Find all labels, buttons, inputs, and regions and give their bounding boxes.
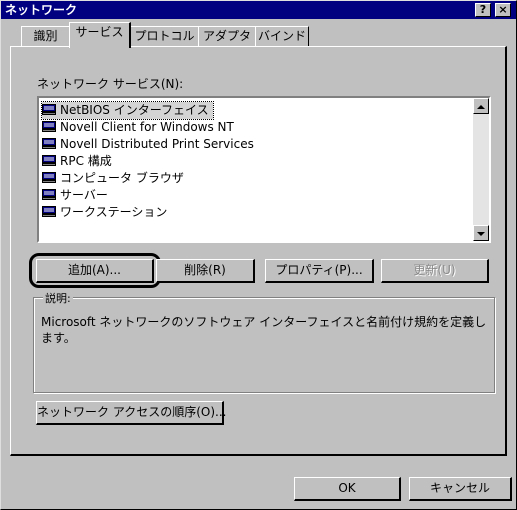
list-item-label: サーバー bbox=[60, 188, 108, 202]
list-item-label: Novell Client for Windows NT bbox=[60, 120, 234, 134]
network-service-icon bbox=[42, 120, 56, 132]
close-button[interactable]: × bbox=[495, 3, 511, 17]
list-scrollbar[interactable] bbox=[473, 98, 489, 241]
list-item[interactable]: ワークステーション bbox=[42, 204, 171, 221]
add-button[interactable]: 追加(A)... bbox=[36, 259, 154, 283]
network-service-icon bbox=[42, 137, 56, 149]
description-text: Microsoft ネットワークのソフトウェア インターフェイスと名前付け規約を… bbox=[41, 315, 487, 345]
list-item-label: NetBIOS インターフェイス bbox=[60, 103, 209, 117]
ok-button[interactable]: OK bbox=[294, 477, 401, 501]
remove-button[interactable]: 削除(R) bbox=[156, 259, 255, 283]
list-item[interactable]: Novell Client for Windows NT bbox=[42, 119, 238, 136]
tab-bindings[interactable]: バインド bbox=[255, 26, 309, 46]
network-service-icon bbox=[42, 103, 56, 115]
services-list-label: ネットワーク サービス(N): bbox=[37, 77, 184, 91]
help-button[interactable]: ? bbox=[475, 3, 491, 17]
services-listbox[interactable]: NetBIOS インターフェイス Novell Client for Windo… bbox=[37, 96, 491, 243]
list-item-label: ワークステーション bbox=[60, 205, 168, 219]
arrow-down-icon bbox=[477, 232, 485, 236]
list-item[interactable]: コンピュータ ブラウザ bbox=[42, 170, 188, 187]
network-service-icon bbox=[42, 188, 56, 200]
scroll-up-button[interactable] bbox=[473, 98, 489, 114]
list-item[interactable]: NetBIOS インターフェイス bbox=[41, 101, 214, 120]
window-title: ネットワーク bbox=[5, 3, 78, 17]
list-item-label: Novell Distributed Print Services bbox=[60, 137, 254, 151]
network-service-icon bbox=[42, 205, 56, 217]
description-title: 説明: bbox=[43, 290, 73, 306]
list-item[interactable]: サーバー bbox=[42, 187, 112, 204]
arrow-up-icon bbox=[477, 105, 485, 109]
tab-protocols[interactable]: プロトコル bbox=[130, 26, 199, 46]
tab-adapters[interactable]: アダプタ bbox=[198, 26, 256, 46]
cancel-button[interactable]: キャンセル bbox=[409, 477, 512, 501]
list-item[interactable]: RPC 構成 bbox=[42, 153, 116, 170]
network-service-icon bbox=[42, 171, 56, 183]
scroll-down-button[interactable] bbox=[473, 225, 489, 241]
network-service-icon bbox=[42, 154, 56, 166]
update-button[interactable]: 更新(U) bbox=[381, 259, 489, 283]
network-dialog: ネットワーク ? × 識別 サービス プロトコル アダプタ バインド ネットワー… bbox=[0, 0, 517, 510]
list-item[interactable]: Novell Distributed Print Services bbox=[42, 136, 258, 153]
access-order-button[interactable]: ネットワーク アクセスの順序(O)... bbox=[36, 401, 226, 425]
list-item-label: コンピュータ ブラウザ bbox=[60, 171, 184, 185]
tab-services[interactable]: サービス bbox=[69, 22, 131, 48]
tab-identification[interactable]: 識別 bbox=[21, 26, 70, 46]
list-item-label: RPC 構成 bbox=[60, 154, 112, 168]
properties-button[interactable]: プロパティ(P)... bbox=[265, 259, 374, 283]
title-bar[interactable]: ネットワーク ? × bbox=[1, 1, 516, 19]
